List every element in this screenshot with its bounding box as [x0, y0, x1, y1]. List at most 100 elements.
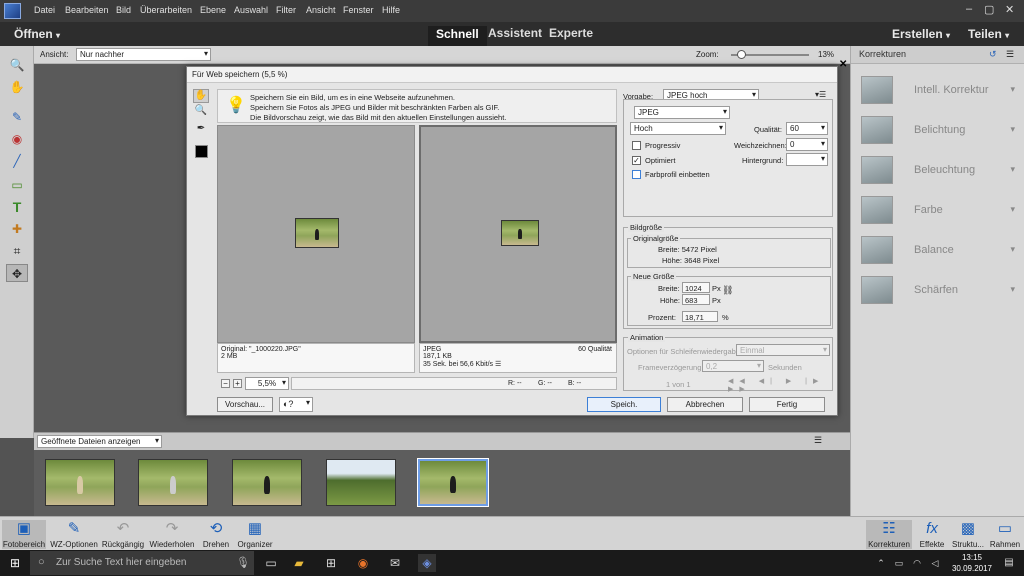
menu-ebene[interactable]: Ebene: [200, 5, 226, 15]
menu-ansicht[interactable]: Ansicht: [306, 5, 336, 15]
windows-start-icon[interactable]: ⊞: [6, 554, 24, 572]
save-button[interactable]: Speich.: [587, 397, 661, 412]
constrain-link-icon[interactable]: ⛓: [722, 285, 733, 296]
zoom-in-button[interactable]: +: [233, 379, 242, 388]
red-eye-tool-icon[interactable]: ◉: [6, 130, 28, 148]
textures-button[interactable]: ▩ Struktu...: [950, 520, 986, 549]
menu-bearbeiten[interactable]: Bearbeiten: [65, 5, 109, 15]
spot-healing-tool-icon[interactable]: ✚: [6, 220, 28, 238]
blur-value-field[interactable]: 0: [786, 138, 828, 151]
photo-bin-button[interactable]: ▣ Fotobereich: [2, 520, 46, 549]
frame-nav-buttons[interactable]: ◀◀ ◀| ▶ |▶ ▶▶: [728, 377, 832, 393]
frames-button[interactable]: ▭ Rahmen: [988, 520, 1022, 549]
preview-zoom-select[interactable]: 5,5%: [245, 377, 289, 390]
maximize-button[interactable]: ▢: [984, 3, 994, 16]
bin-thumbnail[interactable]: [45, 459, 115, 506]
move-tool-icon[interactable]: ✥: [6, 264, 28, 282]
share-button[interactable]: Teilen ▾: [968, 27, 1009, 41]
menu-bild[interactable]: Bild: [116, 5, 131, 15]
preview-browser-button[interactable]: Vorschau...: [217, 397, 273, 412]
file-explorer-icon[interactable]: ▰: [290, 554, 308, 572]
eyedropper-tool-icon[interactable]: ✒: [193, 123, 209, 137]
bin-thumbnail[interactable]: [232, 459, 302, 506]
close-window-button[interactable]: ✕: [1005, 3, 1014, 16]
width-field[interactable]: 1024: [682, 282, 710, 293]
quick-select-tool-icon[interactable]: ✎: [6, 108, 28, 126]
clock-time[interactable]: 13:15: [956, 553, 988, 562]
original-preview[interactable]: [217, 125, 415, 343]
store-icon[interactable]: ⊞: [322, 554, 340, 572]
photoshop-elements-taskbar-icon[interactable]: ◈: [418, 554, 436, 572]
speed-menu-icon[interactable]: ☰: [495, 361, 501, 368]
taskbar-search[interactable]: ○ Zur Suche Text hier eingeben 🎙: [30, 551, 254, 575]
notifications-icon[interactable]: ▤: [1000, 554, 1018, 572]
adjust-color[interactable]: Farbe ▾: [859, 194, 1019, 228]
zoom-tool-icon[interactable]: 🔍: [193, 105, 209, 119]
minimize-button[interactable]: –: [966, 3, 972, 15]
cancel-button[interactable]: Abbrechen: [667, 397, 743, 412]
mail-icon[interactable]: ✉: [386, 554, 404, 572]
view-select[interactable]: Nur nachher: [76, 48, 211, 61]
crop-tool-icon[interactable]: ⌗: [6, 242, 28, 260]
open-button[interactable]: Öffnen ▾: [14, 27, 60, 41]
adjustments-button[interactable]: ☷ Korrekturen: [866, 520, 912, 549]
background-select[interactable]: [786, 153, 828, 166]
menu-datei[interactable]: Datei: [34, 5, 55, 15]
dialog-close-icon[interactable]: ✕: [839, 59, 847, 70]
adjust-smart-fix[interactable]: Intell. Korrektur ▾: [859, 74, 1019, 108]
tray-chevron-icon[interactable]: ⌃: [872, 554, 890, 572]
effects-button[interactable]: fx Effekte: [914, 520, 950, 549]
frame-delay-select[interactable]: 0,2: [702, 360, 764, 372]
hand-tool-icon[interactable]: ✋: [6, 78, 28, 96]
menu-hilfe[interactable]: Hilfe: [382, 5, 400, 15]
adjust-exposure[interactable]: Belichtung ▾: [859, 114, 1019, 148]
tool-options-button[interactable]: ✎ WZ-Optionen: [48, 520, 100, 549]
volume-icon[interactable]: ◁: [926, 554, 944, 572]
optimized-checkbox[interactable]: ✓: [632, 156, 641, 165]
menu-fenster[interactable]: Fenster: [343, 5, 374, 15]
zoom-slider-handle[interactable]: [736, 50, 746, 59]
quality-level-select[interactable]: Hoch: [630, 122, 726, 135]
microphone-icon[interactable]: 🎙: [236, 556, 250, 569]
mode-assistent-tab[interactable]: Assistent: [488, 26, 542, 40]
bin-thumbnail[interactable]: [138, 459, 208, 506]
eyedropper-color-swatch[interactable]: [195, 145, 208, 158]
network-icon[interactable]: ▭: [890, 554, 908, 572]
mode-schnell-tab[interactable]: Schnell: [428, 26, 487, 46]
zoom-tool-icon[interactable]: 🔍: [6, 56, 28, 74]
adjust-sharpen[interactable]: Schärfen ▾: [859, 274, 1019, 308]
clock-date[interactable]: 30.09.2017: [950, 564, 994, 573]
progressive-checkbox[interactable]: [632, 141, 641, 150]
rotate-button[interactable]: ⟲ Drehen: [198, 520, 234, 549]
menu-filter[interactable]: Filter: [276, 5, 296, 15]
panel-menu-icon[interactable]: ☰: [1006, 49, 1014, 60]
zoom-out-button[interactable]: −: [221, 379, 230, 388]
mode-experte-tab[interactable]: Experte: [549, 26, 593, 40]
adjust-balance[interactable]: Balance ▾: [859, 234, 1019, 268]
bin-show-select[interactable]: Geöffnete Dateien anzeigen: [37, 435, 162, 448]
straighten-tool-icon[interactable]: ▭: [6, 176, 28, 194]
wifi-icon[interactable]: ◠: [908, 554, 926, 572]
organizer-button[interactable]: ▦ Organizer: [234, 520, 276, 549]
type-tool-icon[interactable]: T: [6, 198, 28, 216]
undo-button[interactable]: ↶ Rückgängig: [100, 520, 146, 549]
firefox-icon[interactable]: ◉: [354, 554, 372, 572]
loop-select[interactable]: Einmal: [736, 344, 830, 356]
task-view-icon[interactable]: ▭: [262, 554, 280, 572]
done-button[interactable]: Fertig: [749, 397, 825, 412]
height-field[interactable]: 683: [682, 294, 710, 305]
embed-profile-checkbox[interactable]: [632, 170, 641, 179]
bin-menu-icon[interactable]: ☰: [814, 435, 822, 446]
percent-field[interactable]: 18,71: [682, 311, 718, 322]
hand-tool-icon[interactable]: ✋: [193, 89, 209, 103]
bin-thumbnail-selected[interactable]: [417, 458, 489, 507]
preset-menu-icon[interactable]: ▾☰: [815, 90, 826, 99]
adjust-lighting[interactable]: Beleuchtung ▾: [859, 154, 1019, 188]
redo-button[interactable]: ↷ Wiederholen: [148, 520, 196, 549]
create-button[interactable]: Erstellen ▾: [892, 27, 950, 41]
menu-ueberarbeiten[interactable]: Überarbeiten: [140, 5, 192, 15]
panel-reset-icon[interactable]: ↺: [989, 49, 997, 60]
optimized-preview[interactable]: [419, 125, 617, 343]
whiten-teeth-tool-icon[interactable]: ╱: [6, 152, 28, 170]
browser-select[interactable]: ◐?: [279, 397, 313, 412]
